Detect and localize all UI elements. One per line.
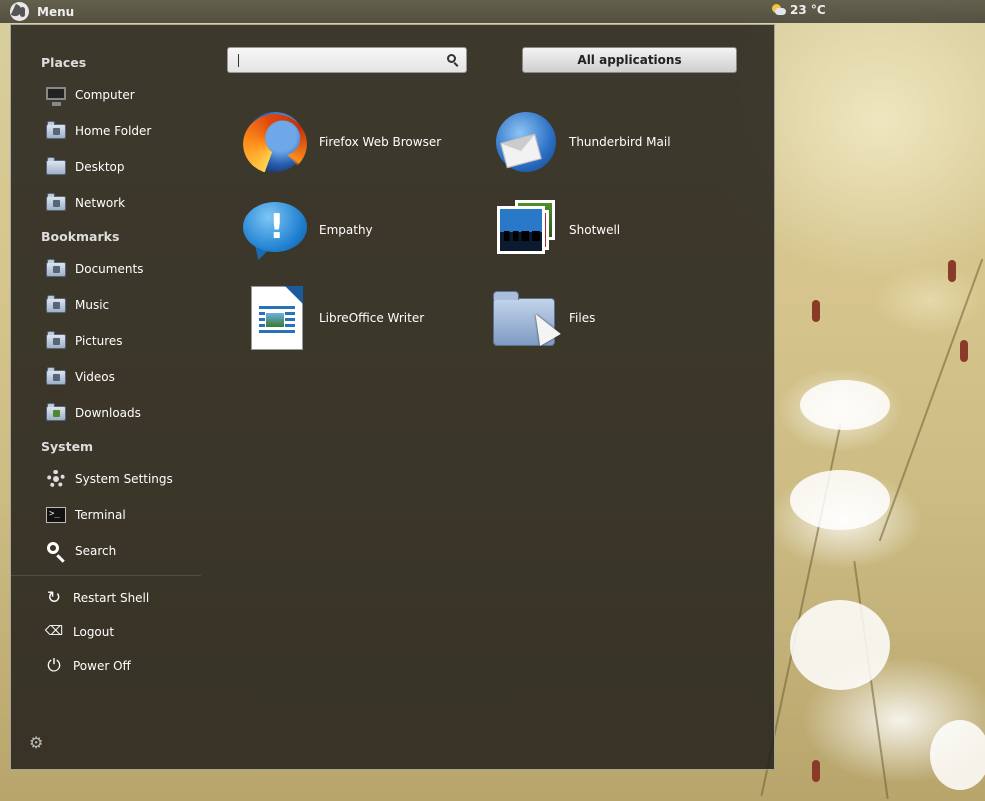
restart-icon: ↻ xyxy=(46,588,62,608)
place-label: Home Folder xyxy=(75,124,152,138)
session-label: Logout xyxy=(73,625,115,639)
app-label: Thunderbird Mail xyxy=(569,135,671,149)
place-network[interactable]: Network xyxy=(45,190,125,216)
bookmark-label: Pictures xyxy=(75,334,123,348)
search-input[interactable] xyxy=(236,51,440,71)
weather-temperature: 23 °C xyxy=(790,3,826,17)
place-label: Desktop xyxy=(75,160,125,174)
network-folder-icon xyxy=(45,192,67,214)
bookmark-downloads[interactable]: Downloads xyxy=(45,400,141,426)
firefox-icon xyxy=(241,108,309,176)
place-desktop[interactable]: Desktop xyxy=(45,154,125,180)
system-search[interactable]: Search xyxy=(45,538,116,564)
application-menu: Places Computer Home Folder Desktop Netw… xyxy=(10,24,775,770)
place-home-folder[interactable]: Home Folder xyxy=(45,118,151,144)
bookmark-music[interactable]: Music xyxy=(45,292,109,318)
weather-partly-cloudy-icon xyxy=(772,4,786,16)
top-panel: Menu 23 °C xyxy=(0,0,985,23)
menu-preferences-gear-icon[interactable]: ⚙ xyxy=(29,733,43,752)
menu-sidebar: Places Computer Home Folder Desktop Netw… xyxy=(11,25,201,769)
sidebar-separator xyxy=(11,575,201,576)
app-firefox[interactable]: Firefox Web Browser xyxy=(241,107,441,177)
desktop-folder-icon xyxy=(45,156,67,178)
restart-shell-button[interactable]: ↻ Restart Shell xyxy=(43,585,149,611)
menu-button[interactable]: Menu xyxy=(10,2,74,21)
all-applications-button[interactable]: All applications xyxy=(522,47,737,73)
libreoffice-writer-icon xyxy=(241,284,309,352)
weather-applet[interactable]: 23 °C xyxy=(772,3,826,17)
system-settings[interactable]: System Settings xyxy=(45,466,173,492)
bookmark-videos[interactable]: Videos xyxy=(45,364,115,390)
gear-icon xyxy=(45,468,67,490)
system-label: System Settings xyxy=(75,472,173,486)
bookmark-label: Music xyxy=(75,298,110,312)
thunderbird-icon xyxy=(491,108,559,176)
app-label: LibreOffice Writer xyxy=(319,311,425,325)
place-label: Computer xyxy=(75,88,135,102)
bookmark-documents[interactable]: Documents xyxy=(45,256,143,282)
shotwell-icon xyxy=(491,196,559,264)
power-off-button[interactable]: ⏻ Power Off xyxy=(43,653,131,679)
system-label: Search xyxy=(75,544,117,558)
pictures-folder-icon xyxy=(45,330,67,352)
app-shotwell[interactable]: Shotwell xyxy=(491,195,620,265)
system-terminal[interactable]: >_ Terminal xyxy=(45,502,126,528)
empathy-icon: ! xyxy=(241,196,309,264)
app-label: Shotwell xyxy=(569,223,621,237)
bookmark-label: Videos xyxy=(75,370,115,384)
place-computer[interactable]: Computer xyxy=(45,82,135,108)
home-folder-icon xyxy=(45,120,67,142)
section-header-system: System xyxy=(41,439,94,454)
bookmark-pictures[interactable]: Pictures xyxy=(45,328,123,354)
music-folder-icon xyxy=(45,294,67,316)
app-label: Firefox Web Browser xyxy=(319,135,442,149)
magnifier-icon xyxy=(45,540,67,562)
documents-folder-icon xyxy=(45,258,67,280)
menu-label: Menu xyxy=(37,4,75,19)
text-caret xyxy=(238,54,239,67)
system-label: Terminal xyxy=(75,508,126,522)
bookmark-label: Documents xyxy=(75,262,144,276)
files-icon xyxy=(491,284,561,352)
computer-icon xyxy=(45,84,67,106)
app-files[interactable]: Files xyxy=(491,283,595,353)
search-icon[interactable] xyxy=(447,54,456,63)
app-empathy[interactable]: ! Empathy xyxy=(241,195,373,265)
session-label: Restart Shell xyxy=(73,591,150,605)
logout-icon: ⌫ xyxy=(44,624,64,639)
place-label: Network xyxy=(75,196,126,210)
bookmark-label: Downloads xyxy=(75,406,141,420)
distro-logo-icon xyxy=(10,2,29,21)
app-thunderbird[interactable]: Thunderbird Mail xyxy=(491,107,671,177)
terminal-icon: >_ xyxy=(45,504,67,526)
power-icon: ⏻ xyxy=(47,656,61,676)
videos-folder-icon xyxy=(45,366,67,388)
logout-button[interactable]: ⌫ Logout xyxy=(43,619,114,645)
app-libreoffice-writer[interactable]: LibreOffice Writer xyxy=(241,283,424,353)
section-header-bookmarks: Bookmarks xyxy=(41,229,120,244)
app-label: Empathy xyxy=(319,223,373,237)
search-field[interactable] xyxy=(227,47,467,73)
session-label: Power Off xyxy=(73,659,131,673)
downloads-folder-icon xyxy=(45,402,67,424)
section-header-places: Places xyxy=(41,55,87,70)
app-label: Files xyxy=(569,311,596,325)
